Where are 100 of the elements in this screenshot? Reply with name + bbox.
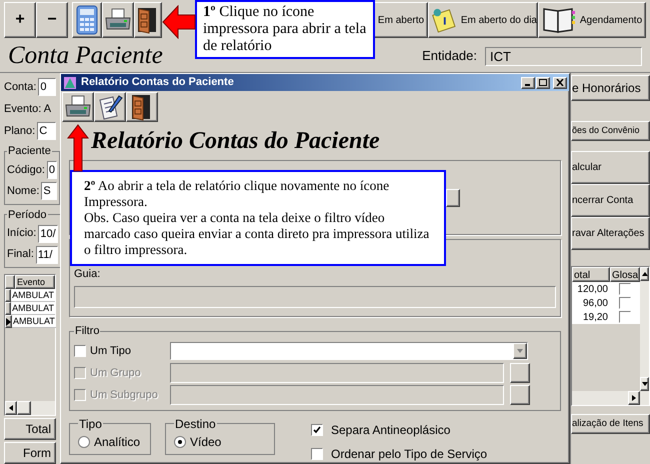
input-field[interactable]: S — [41, 182, 58, 200]
table-cell: AMBULAT — [12, 315, 56, 328]
column-header: Glosa — [610, 267, 640, 282]
table-cell-text: 120,00 — [576, 283, 609, 296]
radio-label: Analítico — [94, 434, 140, 451]
toolbar-button[interactable] — [62, 92, 94, 122]
group-legend: Destino — [174, 414, 217, 433]
checkbox-label: Um Grupo — [90, 366, 141, 381]
field-label: Plano: — [4, 124, 36, 139]
pointer-arrow — [67, 124, 89, 172]
field-label: Código: — [7, 162, 45, 178]
radio-label: Vídeo — [190, 434, 222, 451]
lookup-button[interactable] — [510, 384, 530, 405]
close-button[interactable] — [553, 76, 567, 88]
toolbar-button[interactable] — [72, 2, 102, 38]
checkbox-label: Um Tipo — [90, 344, 131, 359]
input-field[interactable]: 0 — [46, 161, 58, 179]
checkbox[interactable] — [74, 344, 86, 357]
group-legend: Período — [7, 206, 48, 223]
horizontal-scrollbar[interactable] — [5, 401, 55, 415]
column-header: Evento — [15, 275, 55, 289]
field-label: Conta: — [4, 80, 36, 95]
calculator-icon — [76, 5, 98, 35]
group-legend: Tipo — [78, 414, 103, 433]
radio-button[interactable] — [78, 436, 90, 448]
input-field[interactable]: C — [37, 122, 56, 140]
field-label: Início: — [7, 226, 36, 242]
up-arrow-icon[interactable] — [642, 272, 648, 276]
side-button[interactable]: ravar Alterações — [571, 217, 650, 250]
row-indicator-cell[interactable] — [5, 289, 12, 302]
vertical-scrollbar[interactable] — [640, 267, 649, 405]
side-button[interactable]: alcular — [571, 151, 650, 184]
side-button[interactable]: e Honorários — [571, 75, 650, 101]
dropdown-arrow-icon — [517, 348, 523, 353]
row-indicator-cell[interactable] — [5, 302, 12, 315]
input-field[interactable] — [74, 286, 556, 308]
dropdown-field[interactable] — [170, 342, 528, 360]
page-title: Conta Paciente — [8, 41, 163, 72]
checkbox[interactable] — [619, 311, 632, 323]
checkbox[interactable] — [619, 283, 632, 295]
toolbar-button[interactable]: − — [36, 2, 68, 38]
horizontal-scrollbar[interactable] — [572, 391, 640, 405]
column-header: otal — [572, 267, 610, 282]
maximize-button[interactable] — [536, 76, 550, 88]
lookup-button[interactable] — [510, 362, 530, 383]
toolbar-button[interactable]: + — [4, 2, 36, 38]
row-indicator-cell — [5, 275, 15, 289]
table-cell: AMBULAT — [11, 289, 55, 302]
maximize-icon — [539, 79, 547, 86]
side-button[interactable]: alização de Itens — [571, 414, 650, 434]
toolbar-button[interactable]: Agendamento — [538, 2, 646, 38]
table-cell: AMBULAT — [11, 302, 55, 315]
side-button[interactable]: ncerrar Conta — [571, 184, 650, 217]
right-arrow-icon[interactable] — [632, 395, 636, 401]
table-cell-text: 19,20 — [582, 311, 609, 324]
group-legend: Filtro — [74, 323, 100, 340]
book-icon — [542, 6, 576, 34]
toolbar-button[interactable] — [94, 92, 126, 122]
field-label: Evento: A — [4, 102, 52, 117]
input-field[interactable]: 11/ — [36, 246, 58, 264]
toolbar-button[interactable] — [134, 2, 162, 38]
radio-button[interactable] — [174, 436, 186, 448]
left-arrow-icon[interactable] — [9, 405, 13, 411]
down-arrow-icon[interactable] — [642, 382, 648, 386]
lookup-button[interactable] — [446, 188, 460, 207]
minimize-button[interactable] — [521, 76, 535, 88]
checkbox[interactable] — [311, 448, 323, 460]
field-label: Final: — [7, 247, 34, 262]
table-cell-text: 96,00 — [582, 297, 609, 310]
input-field[interactable]: 0 — [38, 78, 56, 96]
side-button[interactable]: ões do Convênio — [571, 121, 650, 141]
group-legend: Paciente — [7, 143, 52, 160]
input-field[interactable]: 10/ — [38, 224, 58, 242]
toolbar-button[interactable]: Em aberto do dia — [428, 2, 538, 38]
callout-text: 2º Ao abrir a tela de relatório clique novamente no ícone Impressora. — [84, 178, 390, 210]
bottom-button[interactable]: Total — [4, 418, 56, 440]
toolbar-button[interactable] — [126, 92, 158, 122]
checkbox-label: Ordenar pelo Tipo de Serviço — [331, 446, 488, 463]
pointer-arrow — [162, 5, 196, 39]
checkbox-label: Um Subgrupo — [90, 388, 158, 403]
row-indicator-cell[interactable] — [5, 315, 12, 328]
input-field[interactable] — [170, 362, 504, 383]
entidade-label: Entidade: — [422, 47, 477, 66]
checkbox[interactable] — [311, 424, 323, 436]
dialog-title: Relatório Contas do Paciente — [81, 75, 234, 90]
toolbar-button[interactable]: Em aberto — [374, 2, 428, 38]
close-icon — [556, 79, 564, 86]
notes-with-pen-icon — [97, 94, 123, 120]
app-icon — [63, 76, 77, 90]
report-heading: Relatório Contas do Paciente — [91, 126, 380, 156]
callout-text: Obs. Caso queira ver a conta na tela deixe o filtro vídeo marcado caso queira enviar a conta direto pra impressora utiliza o filtro impressora. — [84, 210, 430, 258]
field-label: Guia: — [74, 266, 102, 282]
toolbar-button[interactable] — [102, 2, 134, 38]
entidade-field: ICT — [485, 46, 642, 66]
field-label: Nome: — [7, 184, 40, 199]
checkbox[interactable] — [619, 297, 632, 309]
checkbox-label: Separa Antineoplásico — [331, 422, 450, 439]
callout-text: 1º Clique no ícone impressora para abrir a tela de relatório — [203, 4, 367, 55]
input-field[interactable] — [170, 384, 504, 405]
bottom-button[interactable]: Form — [4, 442, 56, 464]
